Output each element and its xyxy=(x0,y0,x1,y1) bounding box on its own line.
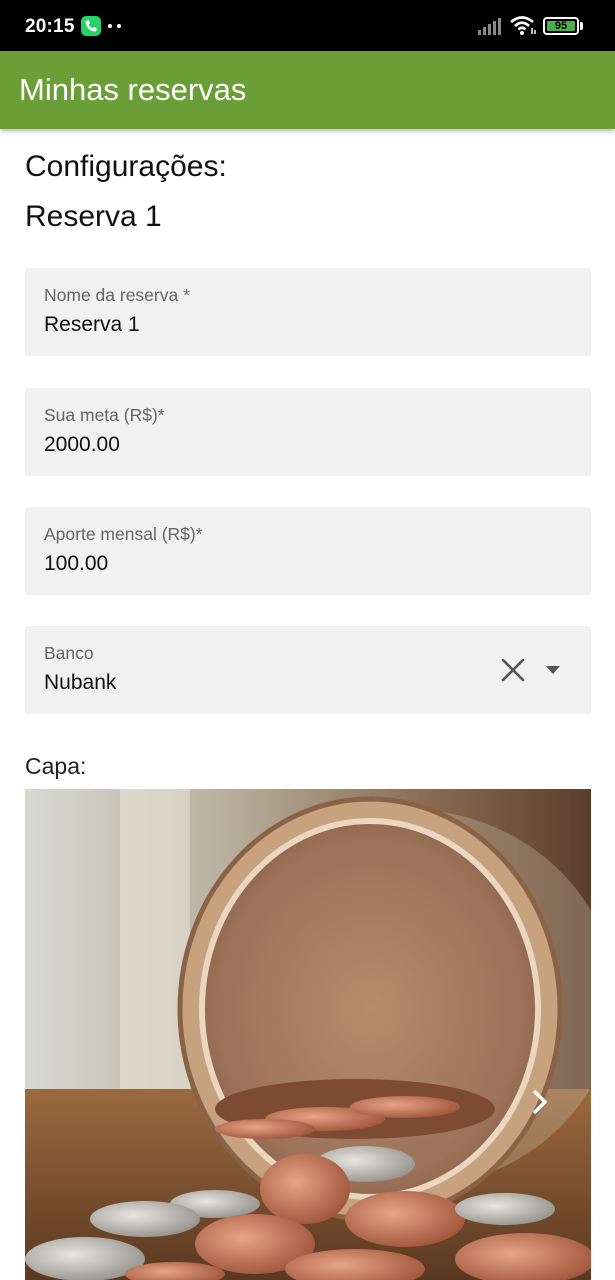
monthly-contribution-field[interactable]: Aporte mensal (R$)* 100.00 xyxy=(25,507,591,595)
app-bar: Minhas reservas xyxy=(0,51,615,129)
wifi-icon xyxy=(510,16,536,35)
bank-label: Banco xyxy=(44,643,94,663)
more-dots-icon xyxy=(108,24,122,28)
chevron-down-icon[interactable] xyxy=(544,664,562,676)
reserve-name-input[interactable]: Reserva 1 xyxy=(44,313,140,337)
goal-label: Sua meta (R$)* xyxy=(44,405,165,425)
battery-tip xyxy=(580,22,583,30)
monthly-contribution-label: Aporte mensal (R$)* xyxy=(44,524,203,544)
reserve-name-field[interactable]: Nome da reserva * Reserva 1 xyxy=(25,268,591,356)
signal-icon xyxy=(478,18,501,35)
chevron-right-icon[interactable] xyxy=(527,1087,553,1117)
app-title: Minhas reservas xyxy=(19,72,247,107)
cover-image[interactable] xyxy=(25,789,591,1280)
bank-select-field[interactable]: Banco Nubank xyxy=(25,626,591,714)
status-bar: 20:15 95 xyxy=(0,0,615,51)
monthly-contribution-input[interactable]: 100.00 xyxy=(44,552,108,576)
reserve-name-heading: Reserva 1 xyxy=(25,200,162,233)
bank-selected-value[interactable]: Nubank xyxy=(44,671,116,695)
battery-level: 95 xyxy=(554,20,568,32)
battery-icon: 95 xyxy=(543,17,579,35)
reserve-name-label: Nome da reserva * xyxy=(44,285,190,305)
call-icon xyxy=(81,16,101,36)
goal-field[interactable]: Sua meta (R$)* 2000.00 xyxy=(25,388,591,476)
status-time: 20:15 xyxy=(25,16,75,37)
cover-label: Capa: xyxy=(25,753,87,779)
goal-input[interactable]: 2000.00 xyxy=(44,433,120,457)
page-heading: Configurações: xyxy=(25,150,227,183)
clear-icon[interactable] xyxy=(500,657,526,683)
